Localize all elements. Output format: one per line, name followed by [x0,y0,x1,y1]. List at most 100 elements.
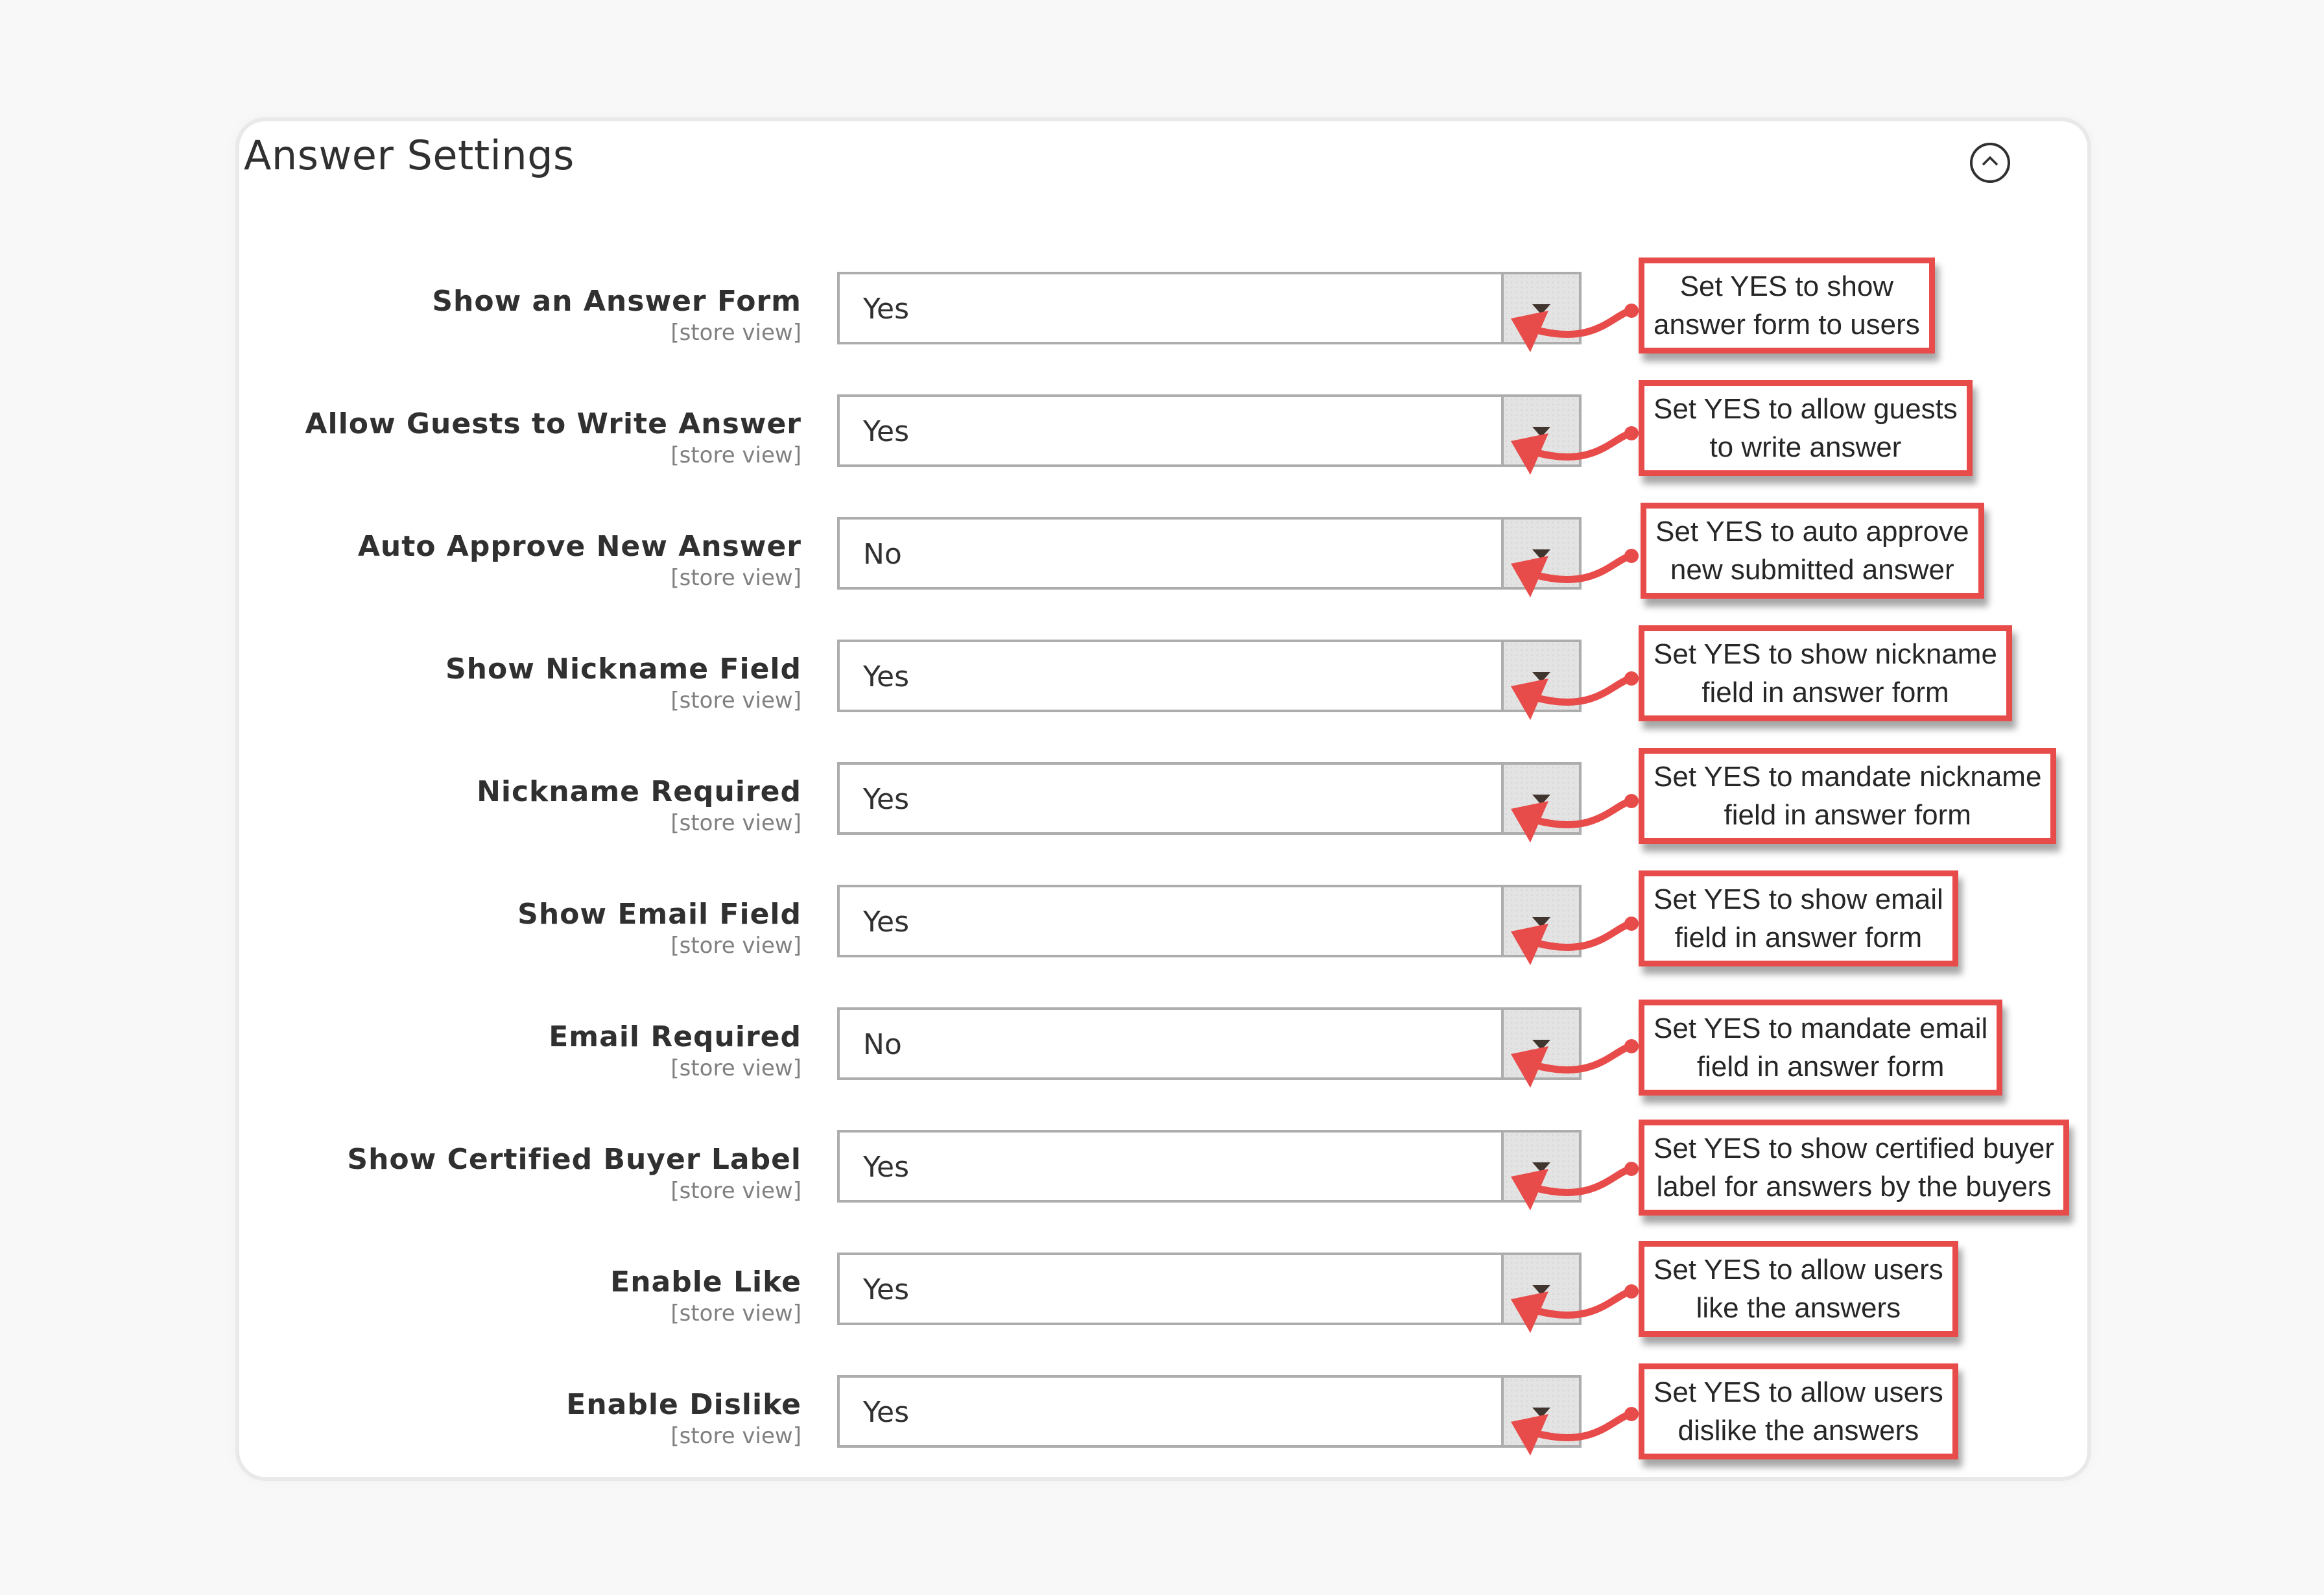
scope-label: [store view] [670,320,801,346]
scope-label: [store view] [670,688,801,714]
setting-row: Show Nickname Field [store view] Yes Set… [0,625,2324,749]
annotation-callout: Set YES to allow users like the answers [1639,1241,1958,1337]
field-label-group: Enable Like [store view] [610,1264,801,1328]
field-label-group: Show Nickname Field [store view] [445,651,801,715]
annotation-arrow-icon [1511,794,1639,843]
setting-row: Auto Approve New Answer [store view] No … [0,503,2324,626]
field-label-group: Show Email Field [store view] [517,896,801,960]
select-show-nickname-field[interactable]: Yes [837,640,1582,712]
annotation-arrow-icon [1511,549,1639,597]
collapse-button[interactable] [1970,143,2010,183]
callout-line: to write answer [1709,431,1902,463]
annotation-callout: Set YES to allow guests to write answer [1639,380,1973,476]
callout-line: Set YES to show certified buyer [1654,1133,2054,1164]
annotation-callout: Set YES to mandate email field in answer… [1639,1000,2003,1096]
callout-line: Set YES to allow users [1654,1254,1943,1286]
setting-row: Allow Guests to Write Answer [store view… [0,380,2324,503]
select-value: Yes [863,1273,910,1306]
scope-label: [store view] [670,1301,801,1326]
select-show-certified-buyer-label[interactable]: Yes [837,1130,1582,1203]
select-value: No [863,538,902,571]
select-value: Yes [863,293,910,326]
callout-line: like the answers [1696,1292,1901,1324]
select-nickname-required[interactable]: Yes [837,762,1582,835]
field-label: Auto Approve New Answer [357,530,801,563]
field-label: Email Required [549,1020,801,1053]
field-label-group: Email Required [store view] [549,1019,801,1083]
scope-label: [store view] [670,565,801,591]
annotation-arrow-icon [1511,1039,1639,1088]
select-allow-guests-write-answer[interactable]: Yes [837,394,1582,467]
annotation-arrow-icon [1511,426,1639,475]
select-email-required[interactable]: No [837,1007,1582,1080]
field-label: Show Email Field [517,898,801,931]
select-auto-approve-new-answer[interactable]: No [837,517,1582,590]
annotation-callout: Set YES to show nickname field in answer… [1639,625,2012,721]
select-show-answer-form[interactable]: Yes [837,272,1582,344]
callout-line: field in answer form [1696,1051,1945,1083]
setting-row: Show an Answer Form [store view] Yes Set… [0,258,2324,381]
select-show-email-field[interactable]: Yes [837,885,1582,957]
scope-label: [store view] [670,810,801,836]
field-label-group: Show Certified Buyer Label [store view] [347,1142,801,1205]
callout-line: Set YES to mandate nickname [1654,761,2042,793]
field-label-group: Enable Dislike [store view] [566,1387,801,1450]
select-enable-like[interactable]: Yes [837,1253,1582,1325]
annotation-arrow-icon [1511,1162,1639,1210]
field-label: Nickname Required [477,775,801,808]
setting-row: Email Required [store view] No Set YES t… [0,1000,2324,1116]
annotation-arrow-icon [1511,671,1639,720]
field-label: Show Certified Buyer Label [347,1143,801,1176]
field-label-group: Auto Approve New Answer [store view] [358,529,801,592]
callout-line: new submitted answer [1670,554,1954,586]
annotation-callout: Set YES to mandate nickname field in ans… [1639,748,2057,844]
select-value: Yes [863,905,910,939]
callout-line: Set YES to show nickname [1654,638,1997,670]
callout-line: Set YES to show email [1654,883,1943,915]
field-label-group: Show an Answer Form [store view] [432,283,801,347]
select-value: Yes [863,415,910,448]
scope-label: [store view] [670,442,801,468]
setting-row: Enable Dislike [store view] Yes Set YES … [0,1363,2324,1484]
setting-row: Enable Like [store view] Yes Set YES to … [0,1241,2324,1361]
callout-line: Set YES to allow guests [1654,393,1958,425]
field-label-group: Allow Guests to Write Answer [store view… [305,406,802,470]
scope-label: [store view] [670,933,801,959]
select-value: Yes [863,660,910,693]
field-label: Enable Like [610,1265,801,1299]
callout-line: field in answer form [1702,677,1949,708]
setting-row: Show Email Field [store view] Yes Set YE… [0,870,2324,994]
callout-line: Set YES to allow users [1654,1376,1943,1408]
select-value: No [863,1028,902,1061]
annotation-arrow-icon [1511,1407,1639,1456]
setting-row: Show Certified Buyer Label [store view] … [0,1120,2324,1239]
annotation-callout: Set YES to show certified buyer label fo… [1639,1120,2069,1216]
annotation-callout: Set YES to show answer form to users [1639,258,1935,354]
field-label: Allow Guests to Write Answer [305,407,801,440]
callout-line: dislike the answers [1678,1415,1919,1446]
annotation-callout: Set YES to allow users dislike the answe… [1639,1363,1958,1459]
setting-row: Nickname Required [store view] Yes Set Y… [0,748,2324,871]
annotation-arrow-icon [1511,304,1639,352]
annotation-callout: Set YES to show email field in answer fo… [1639,870,1958,966]
field-label: Show Nickname Field [445,653,801,686]
annotation-callout: Set YES to auto approve new submitted an… [1641,503,1984,599]
select-value: Yes [863,1396,910,1429]
scope-label: [store view] [670,1423,801,1449]
field-label-group: Nickname Required [store view] [477,774,801,837]
callout-line: field in answer form [1724,799,1971,831]
section-title: Answer Settings [244,132,575,179]
chevron-up-icon [1982,156,1998,166]
callout-line: Set YES to mandate email [1654,1013,1988,1044]
callout-line: Set YES to auto approve [1655,516,1969,547]
annotation-arrow-icon [1511,1284,1639,1333]
select-value: Yes [863,1151,910,1184]
select-enable-dislike[interactable]: Yes [837,1375,1582,1448]
field-label: Enable Dislike [566,1388,801,1421]
annotation-arrow-icon [1511,917,1639,965]
callout-line: field in answer form [1674,922,1923,953]
field-label: Show an Answer Form [432,285,801,318]
callout-line: answer form to users [1654,309,1920,341]
select-value: Yes [863,783,910,816]
scope-label: [store view] [670,1055,801,1081]
